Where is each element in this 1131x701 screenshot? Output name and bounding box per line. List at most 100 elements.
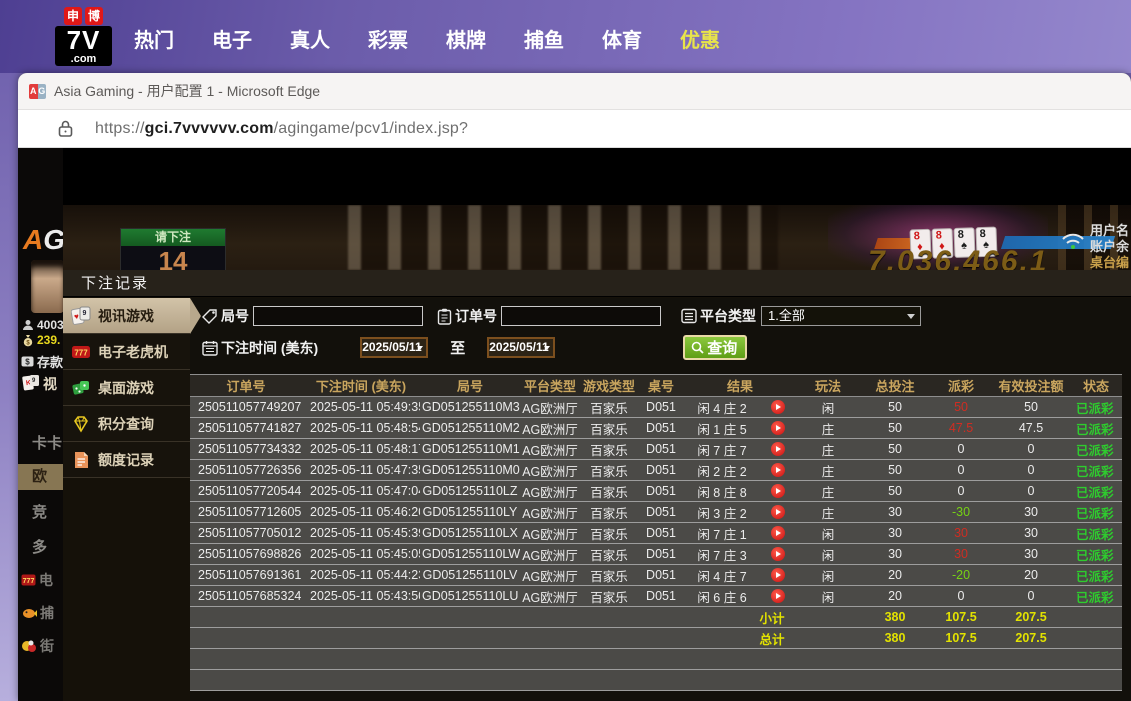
filter-area: 局号 订单号 平台类型 1.全部 下注时间 — [190, 298, 1131, 374]
tab-points-query[interactable]: 积分查询 — [63, 406, 190, 442]
svg-text:$: $ — [25, 357, 30, 366]
cell-round-no: GD051255110M2 — [420, 418, 520, 439]
cell-valid-bet: 0 — [992, 460, 1070, 481]
cell-valid-bet: 50 — [992, 397, 1070, 418]
cell-result: 闲 6 庄 6 — [684, 586, 760, 607]
nav-item-lottery[interactable]: 彩票 — [367, 24, 409, 53]
url-text[interactable]: https://gci.7vvvvvv.com/agingame/pcv1/in… — [95, 120, 468, 138]
cell-round-no: GD051255110LV — [420, 565, 520, 586]
address-bar[interactable]: https://gci.7vvvvvv.com/agingame/pcv1/in… — [18, 110, 1131, 148]
replay-button-icon[interactable] — [771, 421, 785, 435]
cell-status: 已派彩 — [1070, 418, 1122, 439]
cell-payout: 0 — [930, 586, 992, 607]
cell-round-no: GD051255110LY — [420, 502, 520, 523]
sidebar-item-duo[interactable]: 多 — [18, 535, 63, 561]
cell-order-no: 250511057720544 — [190, 481, 302, 502]
cell-valid-bet: 30 — [992, 502, 1070, 523]
replay-button-icon[interactable] — [771, 505, 785, 519]
cell-play: 庄 — [796, 502, 860, 523]
cell-table-no: D051 — [638, 439, 684, 460]
replay-button-icon[interactable] — [771, 568, 785, 582]
query-button[interactable]: 查询 — [683, 335, 747, 360]
tab-video-games[interactable]: ♥9 视讯游戏 — [63, 298, 190, 334]
date-from-picker[interactable]: 2025/05/11 — [360, 337, 428, 358]
nav-item-slots[interactable]: 电子 — [211, 24, 253, 53]
deposit-button[interactable]: $ 存款 — [21, 352, 63, 371]
tab-quota-records[interactable]: 额度记录 — [63, 442, 190, 478]
cell-table-no: D051 — [638, 523, 684, 544]
cell-platform: AG欧洲厅 — [520, 502, 580, 523]
logo-badges: 申 博 — [55, 7, 112, 25]
cell-game-type: 百家乐 — [580, 439, 638, 460]
ag-left-sidebar: AG 4003 $ 239. $ 存款 K♥9 视 卡卡 欧 竞 多 — [18, 148, 63, 701]
cell-table-no: D051 — [638, 586, 684, 607]
cell-result: 闲 4 庄 2 — [684, 397, 760, 418]
cell-payout: 0 — [930, 460, 992, 481]
cell-status: 已派彩 — [1070, 586, 1122, 607]
sidebar-item-fishing[interactable]: 捕 — [21, 603, 54, 623]
cell-game-type: 百家乐 — [580, 586, 638, 607]
tab-table-games[interactable]: 桌面游戏 — [63, 370, 190, 406]
sidebar-item-slots[interactable]: 777 电 — [21, 570, 53, 590]
query-button-label: 查询 — [707, 337, 737, 358]
tab-slot-machines[interactable]: 777 电子老虎机 — [63, 334, 190, 370]
cell-play: 闲 — [796, 397, 860, 418]
nav-item-fishing[interactable]: 捕鱼 — [523, 24, 565, 53]
site-logo[interactable]: 申 博 7V .com — [55, 7, 112, 66]
sidebar-item-arcade[interactable]: 街 — [21, 636, 54, 656]
nav-item-sports[interactable]: 体育 — [601, 24, 643, 53]
replay-button-icon[interactable] — [771, 589, 785, 603]
replay-button-icon[interactable] — [771, 400, 785, 414]
cell-bet-time: 2025-05-11 05:44:23 — [302, 565, 420, 586]
cell-table-no: D051 — [638, 460, 684, 481]
browser-title-bar: AG Asia Gaming - 用户配置 1 - Microsoft Edge — [18, 73, 1131, 110]
cell-result: 闲 7 庄 1 — [684, 523, 760, 544]
sidebar-item-jing[interactable]: 竞 — [18, 500, 63, 526]
cell-order-no: 250511057691361 — [190, 565, 302, 586]
cell-platform: AG欧洲厅 — [520, 439, 580, 460]
replay-button-icon[interactable] — [771, 547, 785, 561]
replay-button-icon[interactable] — [771, 442, 785, 456]
cell-total-bet: 30 — [860, 544, 930, 565]
col-result: 结果 — [684, 375, 796, 397]
cell-result: 闲 8 庄 8 — [684, 481, 760, 502]
logo-suffix: .com — [55, 53, 112, 66]
sidebar-item-video[interactable]: K♥9 视 — [22, 374, 57, 394]
screen: { "site_nav": { "logo": { "badge1": "申",… — [0, 0, 1131, 701]
order-no-input[interactable] — [501, 306, 661, 326]
replay-button-icon[interactable] — [771, 463, 785, 477]
date-from-value: 2025/05/11 — [362, 340, 421, 354]
replay-button-icon[interactable] — [771, 526, 785, 540]
platform-type-select[interactable]: 1.全部 — [761, 306, 921, 326]
sidebar-item-europe[interactable]: 欧 — [18, 464, 63, 490]
cell-round-no: GD051255110LU — [420, 586, 520, 607]
casino-banner: 8♦ 8♦ 8♠ 8♠ 7,036,466.1 请下注 14 用户名 账户余 桌… — [18, 205, 1131, 270]
replay-button-icon[interactable] — [771, 484, 785, 498]
nav-item-hot[interactable]: 热门 — [133, 24, 175, 53]
cell-table-no: D051 — [638, 544, 684, 565]
cards-icon: ♥9 — [71, 306, 91, 326]
cell-result: 闲 1 庄 5 — [684, 418, 760, 439]
round-no-input[interactable] — [253, 306, 423, 326]
nav-item-chess[interactable]: 棋牌 — [445, 24, 487, 53]
cell-game-type: 百家乐 — [580, 565, 638, 586]
cell-game-type: 百家乐 — [580, 460, 638, 481]
cell-order-no: 250511057734332 — [190, 439, 302, 460]
cell-status: 已派彩 — [1070, 565, 1122, 586]
logo-main-text: 7V — [55, 26, 112, 53]
slot-777-icon: 777 — [21, 574, 36, 586]
nav-item-live[interactable]: 真人 — [289, 24, 331, 53]
cell-payout: 0 — [930, 481, 992, 502]
table-row: 250511057734332 2025-05-11 05:48:17 GD05… — [190, 439, 1122, 460]
sidebar-item-kaka[interactable]: 卡卡 — [18, 431, 63, 457]
cell-table-no: D051 — [638, 397, 684, 418]
cell-valid-bet: 20 — [992, 565, 1070, 586]
table-user-info: 用户名 账户余 桌台编 — [1090, 223, 1129, 270]
cell-play: 庄 — [796, 481, 860, 502]
cell-total-bet: 20 — [860, 565, 930, 586]
date-to-picker[interactable]: 2025/05/11 — [487, 337, 555, 358]
nav-item-promo[interactable]: 优惠 — [679, 24, 721, 53]
cell-game-type: 百家乐 — [580, 418, 638, 439]
cell-replay — [760, 502, 796, 523]
cell-platform: AG欧洲厅 — [520, 481, 580, 502]
